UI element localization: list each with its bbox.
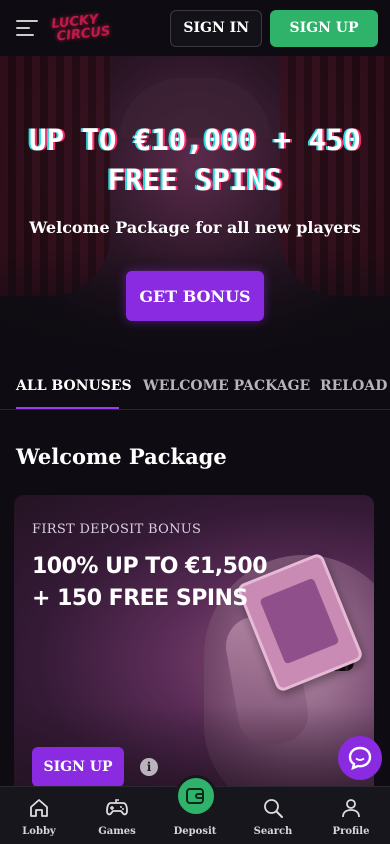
nav-item-deposit[interactable]: Deposit bbox=[156, 775, 234, 844]
logo-line-2: CIRCUS bbox=[56, 23, 112, 45]
nav-label-games: Games bbox=[98, 826, 136, 837]
bottom-navigation: Lobby Games Deposit Search Profile bbox=[0, 775, 390, 844]
hero-title-line-2: FREE SPINS bbox=[107, 163, 283, 197]
bonus-card[interactable]: FIRST DEPOSIT BONUS 100% UP TO €1,500 + … bbox=[14, 495, 374, 795]
bonus-card-offer: 100% UP TO €1,500 + 150 FREE SPINS bbox=[32, 551, 272, 615]
tab-reload[interactable]: RELOAD bbox=[320, 378, 387, 394]
nav-item-profile[interactable]: Profile bbox=[312, 787, 390, 844]
hero-title-line-1: UP TO €10,000 + 450 bbox=[29, 123, 361, 157]
user-icon bbox=[342, 799, 360, 818]
info-icon[interactable]: i bbox=[140, 758, 158, 776]
chat-bubble-icon bbox=[348, 746, 372, 770]
live-chat-button[interactable] bbox=[338, 736, 382, 780]
nav-item-lobby[interactable]: Lobby bbox=[0, 787, 78, 844]
offer-line-1: 100% UP TO €1,500 bbox=[32, 554, 268, 579]
nav-item-search[interactable]: Search bbox=[234, 787, 312, 844]
nav-label-profile: Profile bbox=[332, 826, 370, 837]
search-icon bbox=[264, 799, 283, 818]
offer-line-2: + 150 FREE SPINS bbox=[32, 586, 248, 611]
hero-title: UP TO €10,000 + 450 FREE SPINS bbox=[0, 120, 390, 200]
section-title: Welcome Package bbox=[16, 444, 227, 469]
nav-item-games[interactable]: Games bbox=[78, 787, 156, 844]
hero-subtitle: Welcome Package for all new players bbox=[29, 218, 361, 237]
deposit-button[interactable] bbox=[175, 775, 217, 817]
tab-welcome-package[interactable]: WELCOME PACKAGE bbox=[143, 378, 310, 394]
get-bonus-button[interactable]: GET BONUS bbox=[126, 271, 264, 321]
tab-all-bonuses[interactable]: ALL BONUSES bbox=[16, 378, 132, 394]
gamepad-icon bbox=[106, 799, 128, 816]
lucky-circus-logo[interactable]: LUCKY CIRCUS bbox=[51, 12, 111, 44]
nav-label-deposit: Deposit bbox=[173, 826, 217, 837]
sign-up-button[interactable]: SIGN UP bbox=[270, 9, 378, 47]
nav-label-lobby: Lobby bbox=[22, 826, 56, 837]
nav-label-search: Search bbox=[253, 826, 293, 837]
bonus-tabs: ALL BONUSES WELCOME PACKAGE RELOAD bbox=[0, 370, 390, 410]
home-icon bbox=[30, 799, 48, 817]
active-tab-indicator bbox=[16, 407, 119, 409]
sign-in-button[interactable]: SIGN IN bbox=[170, 9, 262, 47]
hero-banner: UP TO €10,000 + 450 FREE SPINS Welcome P… bbox=[0, 56, 390, 360]
bonus-card-label: FIRST DEPOSIT BONUS bbox=[32, 522, 202, 537]
wallet-icon bbox=[186, 788, 204, 804]
top-header: LUCKY CIRCUS SIGN IN SIGN UP bbox=[0, 0, 390, 56]
card-sign-up-button[interactable]: SIGN UP bbox=[32, 747, 124, 787]
hamburger-menu-icon[interactable] bbox=[16, 20, 38, 36]
